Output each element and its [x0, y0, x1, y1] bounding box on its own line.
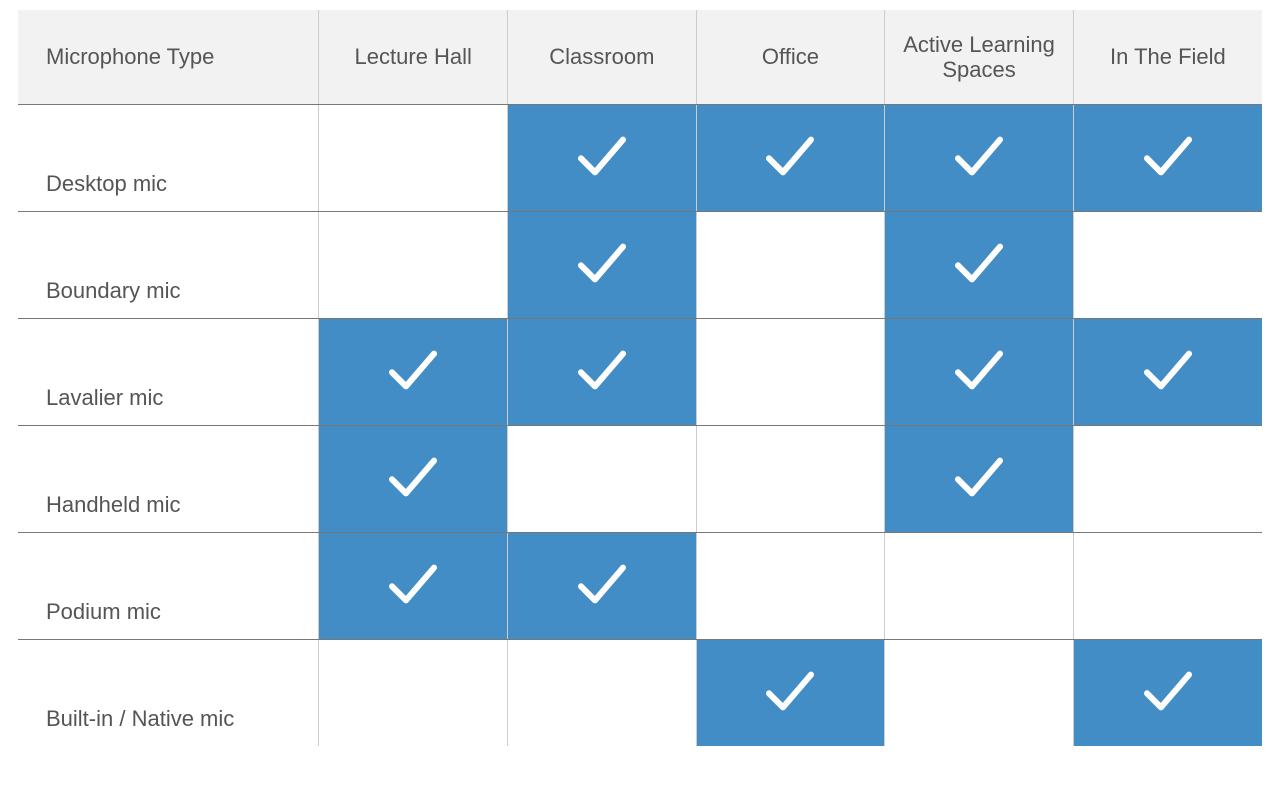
cell-empty	[508, 426, 697, 533]
check-icon	[574, 556, 630, 612]
table-row: Handheld mic	[18, 426, 1262, 533]
row-header-label: Microphone Type	[18, 10, 319, 105]
cell-empty	[696, 319, 885, 426]
col-header: Office	[696, 10, 885, 105]
cell-checked	[696, 105, 885, 212]
cell-checked	[885, 319, 1074, 426]
check-icon	[951, 449, 1007, 505]
table-row: Built-in / Native mic	[18, 640, 1262, 747]
cell-empty	[885, 640, 1074, 747]
cell-empty	[696, 212, 885, 319]
cell-checked	[319, 426, 508, 533]
row-label: Desktop mic	[18, 105, 319, 212]
check-icon	[1140, 663, 1196, 719]
row-label: Built-in / Native mic	[18, 640, 319, 747]
cell-checked	[508, 319, 697, 426]
col-header: Classroom	[508, 10, 697, 105]
cell-empty	[1073, 426, 1262, 533]
check-icon	[762, 663, 818, 719]
check-icon	[574, 128, 630, 184]
cell-checked	[319, 319, 508, 426]
col-header: Lecture Hall	[319, 10, 508, 105]
check-icon	[762, 128, 818, 184]
table-row: Desktop mic	[18, 105, 1262, 212]
check-icon	[385, 556, 441, 612]
cell-checked	[508, 105, 697, 212]
check-icon	[385, 342, 441, 398]
cell-checked	[508, 212, 697, 319]
cell-checked	[696, 640, 885, 747]
cell-checked	[1073, 319, 1262, 426]
check-icon	[574, 235, 630, 291]
cell-empty	[696, 426, 885, 533]
cell-empty	[1073, 212, 1262, 319]
check-icon	[1140, 128, 1196, 184]
cell-checked	[885, 105, 1074, 212]
cell-empty	[885, 533, 1074, 640]
row-label: Podium mic	[18, 533, 319, 640]
cell-checked	[885, 212, 1074, 319]
cell-checked	[1073, 105, 1262, 212]
cell-checked	[319, 533, 508, 640]
cell-empty	[696, 533, 885, 640]
table-row: Lavalier mic	[18, 319, 1262, 426]
table-header-row: Microphone Type Lecture Hall Classroom O…	[18, 10, 1262, 105]
check-icon	[574, 342, 630, 398]
cell-empty	[319, 212, 508, 319]
cell-empty	[319, 105, 508, 212]
cell-checked	[508, 533, 697, 640]
col-header: In The Field	[1073, 10, 1262, 105]
cell-empty	[319, 640, 508, 747]
cell-empty	[1073, 533, 1262, 640]
row-label: Boundary mic	[18, 212, 319, 319]
check-icon	[951, 342, 1007, 398]
check-icon	[951, 235, 1007, 291]
col-header: Active Learning Spaces	[885, 10, 1074, 105]
mic-suitability-table: Microphone Type Lecture Hall Classroom O…	[18, 10, 1262, 746]
table-row: Boundary mic	[18, 212, 1262, 319]
row-label: Lavalier mic	[18, 319, 319, 426]
cell-empty	[508, 640, 697, 747]
check-icon	[951, 128, 1007, 184]
cell-checked	[1073, 640, 1262, 747]
check-icon	[385, 449, 441, 505]
row-label: Handheld mic	[18, 426, 319, 533]
check-icon	[1140, 342, 1196, 398]
table-row: Podium mic	[18, 533, 1262, 640]
cell-checked	[885, 426, 1074, 533]
